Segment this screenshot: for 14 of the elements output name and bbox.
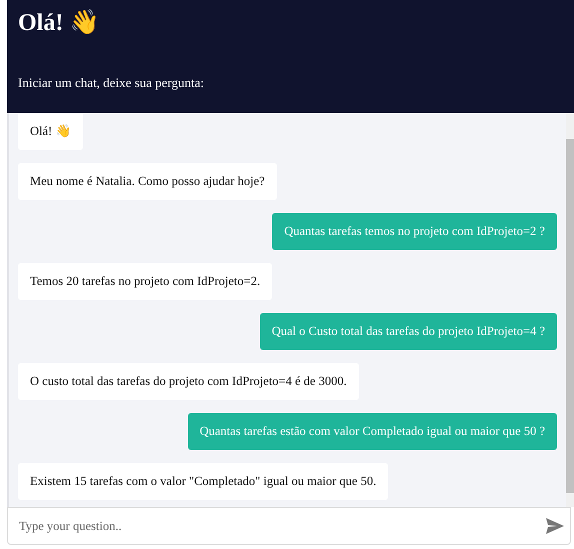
question-field[interactable]: Type your question.. (17, 518, 544, 534)
bot-message: O custo total das tarefas do projeto com IdProjeto=4 é de 3000. (18, 363, 359, 400)
bot-message: Existem 15 tarefas com o valor "Completado" igual ou maior que 50. (18, 463, 388, 500)
scrollbar[interactable] (566, 113, 574, 507)
bot-message: Meu nome é Natalia. Como posso ajudar hoje? (18, 163, 277, 200)
user-message: Qual o Custo total das tarefas do projeto IdProjeto=4 ? (260, 313, 557, 350)
question-input-bar[interactable]: Type your question.. (7, 507, 571, 545)
user-message: Quantas tarefas temos no projeto com IdProjeto=2 ? (272, 213, 557, 250)
header-title: Olá! 👋 (18, 8, 100, 37)
bot-message: Olá! 👋 (18, 113, 84, 150)
bot-message: Temos 20 tarefas no projeto com IdProjeto=2. (18, 263, 272, 300)
header-subtitle: Iniciar um chat, deixe sua pergunta: (18, 75, 206, 92)
send-icon[interactable] (544, 516, 566, 536)
user-message: Quantas tarefas estão com valor Completado igual ou maior que 50 ? (188, 413, 557, 450)
